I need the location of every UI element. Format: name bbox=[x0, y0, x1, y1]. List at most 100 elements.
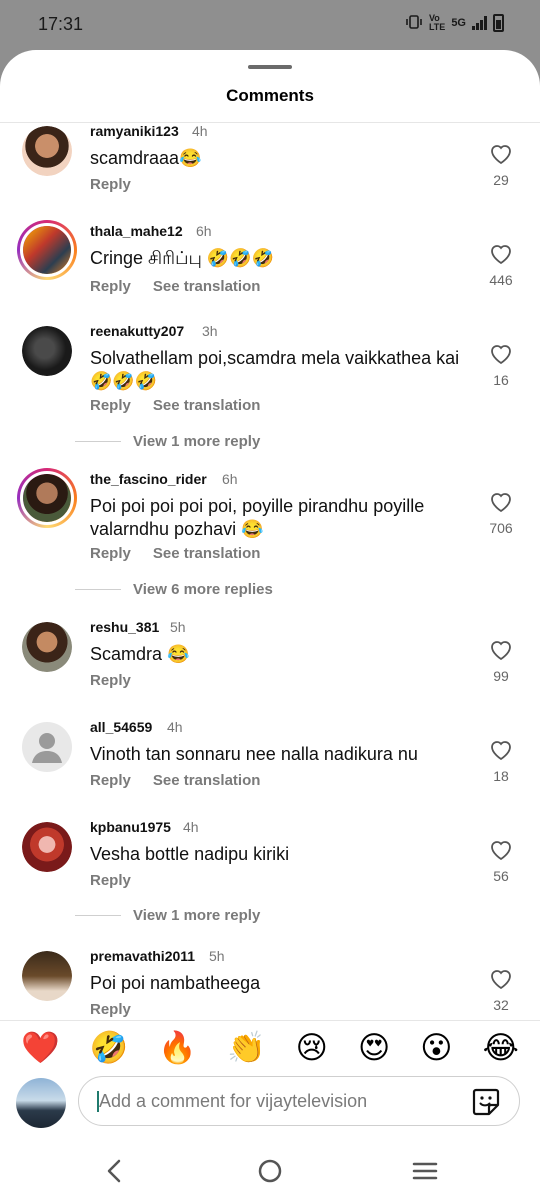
comment-actions: Reply bbox=[90, 672, 131, 689]
avatar[interactable] bbox=[22, 951, 72, 1001]
see-translation-button[interactable]: See translation bbox=[153, 772, 261, 789]
like-count: 16 bbox=[493, 372, 509, 388]
comment-username[interactable]: kpbanu1975 bbox=[90, 819, 171, 835]
like-button[interactable] bbox=[487, 143, 515, 165]
reaction-heart[interactable]: ❤️ bbox=[21, 1033, 60, 1064]
comment-input[interactable]: Add a comment for vijaytelevision bbox=[78, 1076, 520, 1126]
comment-username[interactable]: ramyaniki123 bbox=[90, 123, 179, 139]
reply-button[interactable]: Reply bbox=[90, 176, 131, 193]
avatar[interactable] bbox=[17, 220, 77, 280]
network-type: 5G bbox=[451, 17, 466, 29]
comment-composer: Add a comment for vijaytelevision bbox=[0, 1076, 540, 1132]
comments-sheet: Comments ramyaniki123 4h scamdraaa😂 Repl… bbox=[0, 50, 540, 1199]
like-button[interactable] bbox=[487, 343, 515, 365]
reply-button[interactable]: Reply bbox=[90, 397, 131, 414]
comment-text: Scamdra 😂 bbox=[90, 644, 190, 664]
back-icon[interactable] bbox=[100, 1156, 130, 1186]
home-icon[interactable] bbox=[255, 1156, 285, 1186]
comment-username[interactable]: all_54659 bbox=[90, 719, 152, 735]
comment-text: Vinoth tan sonnaru nee nalla nadikura nu bbox=[90, 744, 418, 764]
heart-icon bbox=[491, 345, 511, 365]
comment-username[interactable]: thala_mahe12 bbox=[90, 223, 183, 239]
reaction-surprised[interactable]: 😮 bbox=[420, 1033, 452, 1064]
comment-actions: Reply See translation bbox=[90, 545, 260, 562]
view-replies-button[interactable]: View 6 more replies bbox=[75, 581, 273, 598]
avatar[interactable] bbox=[22, 822, 72, 872]
sticker-icon[interactable] bbox=[471, 1087, 501, 1117]
avatar[interactable] bbox=[22, 722, 72, 772]
comment-actions: Reply See translation bbox=[90, 278, 260, 295]
reply-button[interactable]: Reply bbox=[90, 872, 131, 889]
reaction-cry[interactable]: 😢 bbox=[296, 1033, 328, 1064]
view-replies-label[interactable]: View 6 more replies bbox=[133, 581, 273, 598]
view-replies-label[interactable]: View 1 more reply bbox=[133, 433, 260, 450]
status-time: 17:31 bbox=[38, 14, 84, 34]
like-button[interactable] bbox=[487, 639, 515, 661]
comment-username[interactable]: premavathi2011 bbox=[90, 948, 195, 964]
comment-time: 5h bbox=[170, 619, 186, 635]
heart-icon bbox=[491, 841, 511, 861]
comment-username[interactable]: the_fascino_rider bbox=[90, 471, 207, 487]
view-replies-line bbox=[75, 441, 121, 442]
comment-username[interactable]: reshu_381 bbox=[90, 619, 159, 635]
view-replies-line bbox=[75, 589, 121, 590]
like-button[interactable] bbox=[487, 491, 515, 513]
comment-time: 4h bbox=[192, 123, 208, 139]
comment-time: 6h bbox=[222, 471, 238, 487]
comment-text: Poi poi nambatheega bbox=[90, 973, 261, 993]
reaction-joy[interactable]: 😂 bbox=[483, 1033, 519, 1064]
comment-text: Vesha bottle nadipu kiriki bbox=[90, 844, 290, 864]
see-translation-button[interactable]: See translation bbox=[153, 545, 261, 562]
reply-button[interactable]: Reply bbox=[90, 672, 131, 689]
signal-icon bbox=[472, 16, 487, 30]
like-count: 706 bbox=[489, 520, 513, 536]
volte-icon: Vo LTE bbox=[428, 13, 446, 32]
comment-text: Cringe சிரிப்பு 🤣🤣🤣 bbox=[90, 248, 275, 268]
avatar[interactable] bbox=[22, 126, 72, 176]
comment-text: Poi poi poi poi poi, poyille pirandhu po… bbox=[90, 496, 425, 539]
reaction-heart-eyes[interactable]: 😍 bbox=[358, 1033, 390, 1064]
comment-actions: Reply bbox=[90, 176, 131, 193]
recents-icon[interactable] bbox=[410, 1156, 440, 1186]
like-count: 99 bbox=[493, 668, 509, 684]
comment-list[interactable]: ramyaniki123 4h scamdraaa😂 Reply 29 thal… bbox=[0, 123, 540, 1020]
reply-button[interactable]: Reply bbox=[90, 1001, 131, 1018]
reply-button[interactable]: Reply bbox=[90, 545, 131, 562]
comment-actions: Reply bbox=[90, 872, 131, 889]
comment-username[interactable]: reenakutty207 bbox=[90, 323, 184, 339]
like-count: 18 bbox=[493, 768, 509, 784]
like-button[interactable] bbox=[487, 243, 515, 265]
like-count: 29 bbox=[493, 172, 509, 188]
comment-actions: Reply See translation bbox=[90, 397, 260, 414]
reply-button[interactable]: Reply bbox=[90, 772, 131, 789]
view-replies-button[interactable]: View 1 more reply bbox=[75, 907, 260, 924]
like-count: 32 bbox=[493, 997, 509, 1013]
default-user-icon bbox=[32, 733, 62, 763]
heart-icon bbox=[491, 493, 511, 513]
see-translation-button[interactable]: See translation bbox=[153, 278, 261, 295]
heart-icon bbox=[491, 245, 511, 265]
reaction-clap[interactable]: 👏 bbox=[227, 1033, 266, 1064]
avatar[interactable] bbox=[22, 326, 72, 376]
comment-time: 5h bbox=[209, 948, 225, 964]
reaction-fire[interactable]: 🔥 bbox=[158, 1033, 197, 1064]
quick-reactions-bar: ❤️ 🤣 🔥 👏 😢 😍 😮 😂 bbox=[0, 1020, 540, 1076]
reaction-rofl[interactable]: 🤣 bbox=[90, 1033, 129, 1064]
avatar[interactable] bbox=[22, 622, 72, 672]
comment-input-placeholder: Add a comment for vijaytelevision bbox=[99, 1091, 368, 1111]
sheet-title: Comments bbox=[226, 86, 314, 105]
view-replies-button[interactable]: View 1 more reply bbox=[75, 433, 260, 450]
heart-icon bbox=[491, 741, 511, 761]
like-button[interactable] bbox=[487, 968, 515, 990]
avatar[interactable] bbox=[17, 468, 77, 528]
heart-icon bbox=[491, 145, 511, 165]
see-translation-button[interactable]: See translation bbox=[153, 397, 261, 414]
my-avatar bbox=[16, 1078, 66, 1128]
like-button[interactable] bbox=[487, 739, 515, 761]
view-replies-line bbox=[75, 915, 121, 916]
drag-handle[interactable] bbox=[248, 65, 292, 69]
like-button[interactable] bbox=[487, 839, 515, 861]
view-replies-label[interactable]: View 1 more reply bbox=[133, 907, 260, 924]
like-count: 56 bbox=[493, 868, 509, 884]
reply-button[interactable]: Reply bbox=[90, 278, 131, 295]
